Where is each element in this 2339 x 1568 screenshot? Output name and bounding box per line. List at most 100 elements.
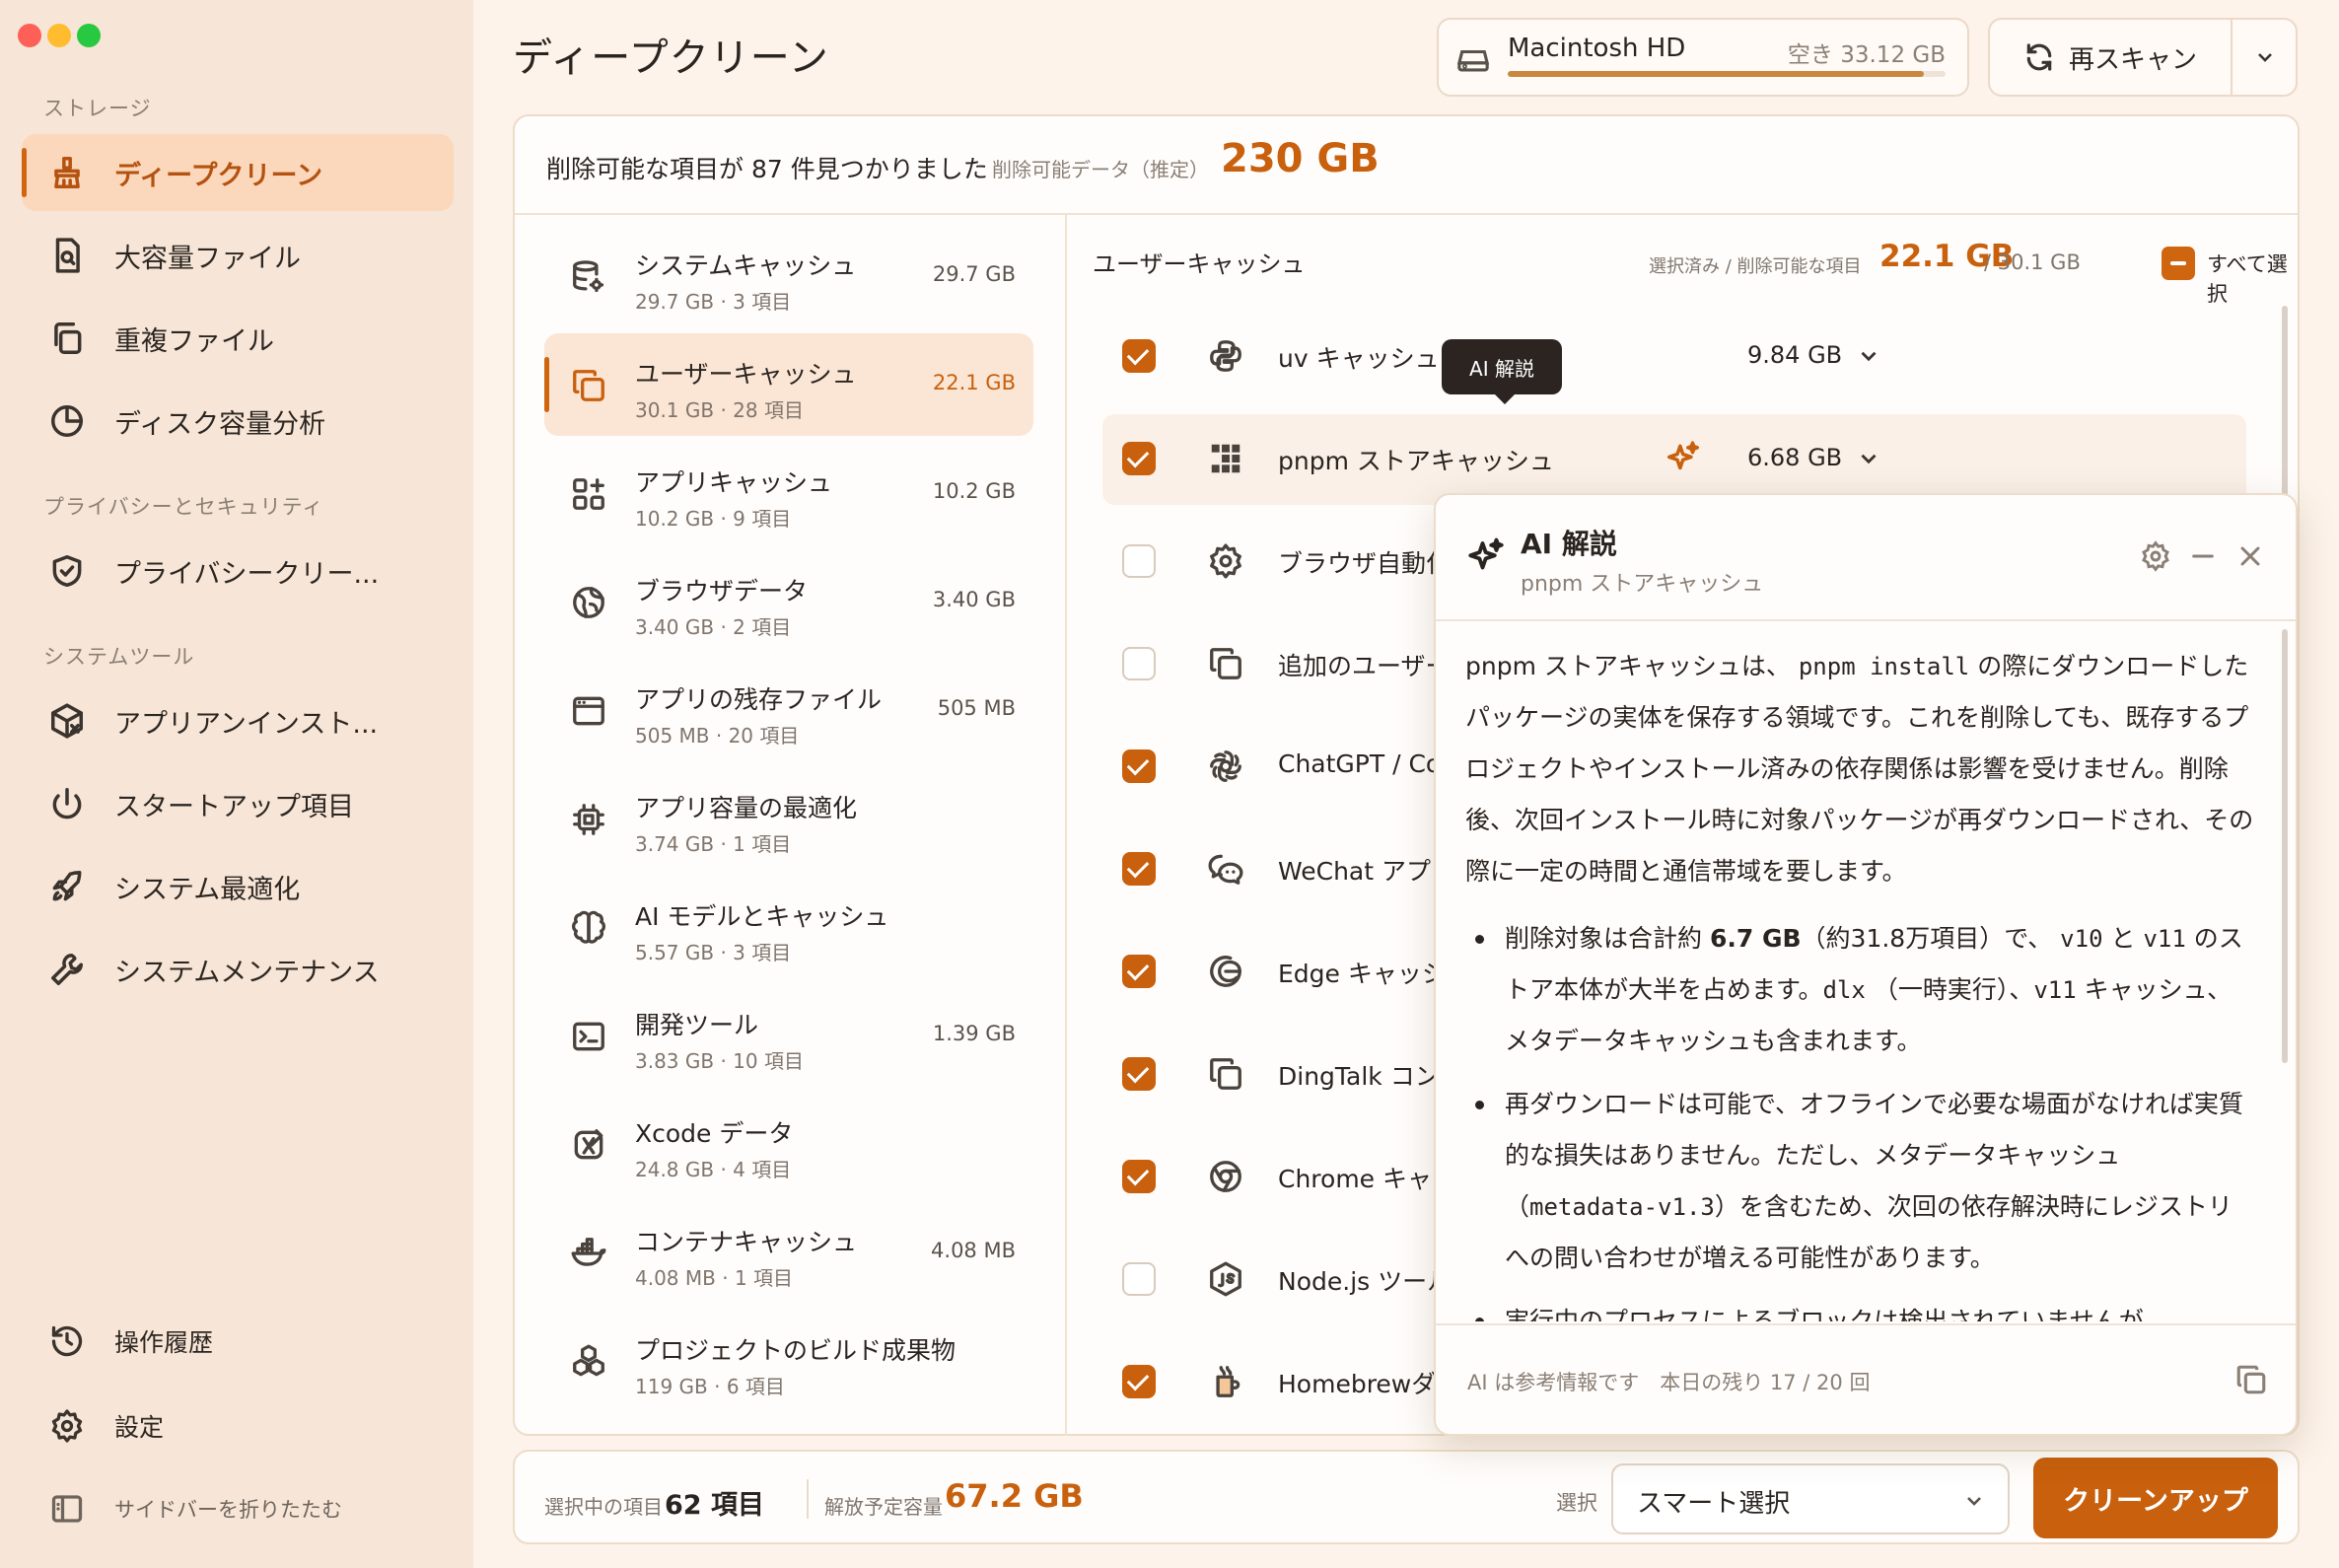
sidebar-item-maintenance[interactable]: システムメンテナンス <box>22 931 454 1008</box>
item-name: pnpm ストアキャッシュ <box>1278 447 1554 475</box>
item-checkbox[interactable] <box>1122 647 1156 680</box>
item-checkbox[interactable] <box>1122 852 1156 886</box>
sidebar-item-uninstaller[interactable]: アプリアンインスト... <box>22 682 454 759</box>
category-user-cache[interactable]: ユーザーキャッシュ 30.1 GB · 28 項目 22.1 GB <box>544 333 1033 436</box>
item-checkbox[interactable] <box>1122 749 1156 783</box>
select-mode-value: スマート選択 <box>1637 1489 1791 1519</box>
docker-icon <box>570 1235 607 1272</box>
select-mode-dropdown[interactable]: スマート選択 <box>1611 1463 2010 1534</box>
sidebar-item-startup[interactable]: スタートアップ項目 <box>22 765 454 842</box>
category-dev-tools[interactable]: 開発ツール 3.83 GB · 10 項目 1.39 GB <box>544 984 1033 1087</box>
ai-close-button[interactable] <box>2234 540 2270 576</box>
item-checkbox[interactable] <box>1122 339 1156 373</box>
ai-explain-button[interactable] <box>1665 440 1704 479</box>
category-value: 505 MB <box>937 696 1016 720</box>
edge-icon <box>1207 953 1246 992</box>
category-list: システムキャッシュ 29.7 GB · 3 項目 29.7 GB ユーザーキャッ… <box>515 215 1067 1436</box>
ai-panel-header: AI 解説 pnpm ストアキャッシュ <box>1436 495 2296 621</box>
expand-button[interactable] <box>1856 343 1881 369</box>
duplicate-icon <box>45 317 89 360</box>
select-all-label[interactable]: すべて選択 <box>2207 249 2300 308</box>
selected-items-value: 62 項目 <box>665 1490 764 1521</box>
sidebar-item-label: 大容量ファイル <box>114 243 301 274</box>
close-window-button[interactable] <box>18 24 41 47</box>
text: 削除対象は合計約 <box>1505 924 1703 953</box>
item-checkbox[interactable] <box>1122 1160 1156 1193</box>
ai-bullet: 再ダウンロードは可能で、オフラインで必要な場面がなければ実質的な損失はありません… <box>1465 1079 2254 1284</box>
category-sub: 10.2 GB · 9 項目 <box>635 507 792 531</box>
category-sub: 3.83 GB · 10 項目 <box>635 1049 804 1073</box>
sidebar-history[interactable]: 操作履歴 <box>22 1307 454 1376</box>
category-ai-models[interactable]: AI モデルとキャッシュ 5.57 GB · 3 項目 <box>544 876 1033 978</box>
item-checkbox[interactable] <box>1122 1262 1156 1296</box>
sidebar-item-optimize[interactable]: システム最適化 <box>22 848 454 925</box>
estimate-value: 230 GB <box>1221 136 1380 181</box>
category-system-cache[interactable]: システムキャッシュ 29.7 GB · 3 項目 29.7 GB <box>544 225 1033 327</box>
disk-selector[interactable]: Macintosh HD 空き 33.12 GB <box>1437 18 1969 97</box>
rescan-button[interactable]: 再スキャン <box>1990 20 2231 95</box>
item-checkbox[interactable] <box>1122 544 1156 578</box>
category-browser-data[interactable]: ブラウザデータ 3.40 GB · 2 項目 3.40 GB <box>544 550 1033 653</box>
category-value: 1.39 GB <box>932 1022 1016 1045</box>
sparkle-icon <box>1667 441 1699 470</box>
item-checkbox[interactable] <box>1122 1057 1156 1091</box>
copy-button[interactable] <box>2234 1363 2270 1398</box>
item-checkbox[interactable] <box>1122 442 1156 475</box>
ai-minimize-button[interactable] <box>2187 540 2223 576</box>
copy-icon <box>570 367 607 404</box>
rocket-icon <box>45 865 89 908</box>
sidebar-item-label: 重複ファイル <box>114 325 274 357</box>
list-item[interactable]: pnpm ストアキャッシュ 6.68 GB <box>1102 414 2246 505</box>
category-value: 3.40 GB <box>932 588 1016 611</box>
zoom-window-button[interactable] <box>77 24 101 47</box>
category-app-leftovers[interactable]: アプリの残存ファイル 505 MB · 20 項目 505 MB <box>544 659 1033 761</box>
item-name: ブラウザ自動化 <box>1278 549 1452 578</box>
rescan-menu-button[interactable] <box>2233 20 2298 95</box>
ai-panel-scrollbar[interactable] <box>2282 629 2288 1063</box>
item-size: 9.84 GB <box>1747 341 1843 369</box>
wechat-icon <box>1207 850 1246 890</box>
list-item[interactable]: uv キャッシュ 9.84 GB <box>1102 312 2246 402</box>
gear-icon <box>2142 540 2169 572</box>
expand-button[interactable] <box>1856 446 1881 471</box>
sidebar-collapse-label: サイドバーを折りたたむ <box>114 1498 342 1522</box>
cleanup-button[interactable]: クリーンアップ <box>2033 1458 2278 1538</box>
chrome-icon <box>1207 1158 1246 1197</box>
category-xcode[interactable]: Xcode データ 24.8 GB · 4 項目 <box>544 1093 1033 1195</box>
item-name: Chrome キャッ <box>1278 1165 1457 1193</box>
category-app-slimming[interactable]: アプリ容量の最適化 3.74 GB · 1 項目 <box>544 767 1033 870</box>
sidebar-item-label: ディスク容量分析 <box>114 408 326 440</box>
ai-paragraph: pnpm ストアキャッシュは、 pnpm install の際にダウンロードした… <box>1465 641 2254 897</box>
item-checkbox[interactable] <box>1122 1365 1156 1398</box>
sidebar-item-duplicates[interactable]: 重複ファイル <box>22 300 454 377</box>
category-sub: 29.7 GB · 3 項目 <box>635 290 792 314</box>
gear-icon <box>1207 542 1246 582</box>
code-text: v11 <box>2143 925 2186 953</box>
category-name: プロジェクトのビルド成果物 <box>635 1336 957 1365</box>
sidebar-item-deep-clean[interactable]: ディープクリーン <box>22 134 454 211</box>
sidebar-item-label: アプリアンインスト... <box>114 708 379 740</box>
category-build-artifacts[interactable]: プロジェクトのビルド成果物 119 GB · 6 項目 <box>544 1310 1033 1412</box>
sidebar-item-large-files[interactable]: 大容量ファイル <box>22 217 454 294</box>
category-app-cache[interactable]: アプリキャッシュ 10.2 GB · 9 項目 10.2 GB <box>544 442 1033 544</box>
category-name: アプリ容量の最適化 <box>635 794 858 822</box>
ai-settings-button[interactable] <box>2140 540 2175 576</box>
sidebar-item-privacy-clean[interactable]: プライバシークリー... <box>22 533 454 609</box>
sidebar-item-label: システム最適化 <box>114 874 301 905</box>
free-space-value: 67.2 GB <box>945 1477 1084 1515</box>
select-all-checkbox[interactable] <box>2162 247 2195 280</box>
category-sub: 3.40 GB · 2 項目 <box>635 615 792 639</box>
category-value: 4.08 MB <box>931 1239 1016 1262</box>
code-text: v11 <box>2033 976 2077 1004</box>
database-gear-icon <box>570 258 607 296</box>
category-name: Xcode データ <box>635 1119 794 1148</box>
category-value: 22.1 GB <box>932 371 1016 394</box>
sidebar-settings[interactable]: 設定 <box>22 1391 454 1461</box>
sidebar-item-disk-analysis[interactable]: ディスク容量分析 <box>22 383 454 460</box>
category-sub: 505 MB · 20 項目 <box>635 724 800 748</box>
item-checkbox[interactable] <box>1122 955 1156 988</box>
minimize-window-button[interactable] <box>47 24 71 47</box>
sidebar-collapse[interactable]: サイドバーを折りたたむ <box>22 1474 454 1543</box>
category-container-cache[interactable]: コンテナキャッシュ 4.08 MB · 1 項目 4.08 MB <box>544 1201 1033 1304</box>
openai-icon <box>1207 748 1246 787</box>
